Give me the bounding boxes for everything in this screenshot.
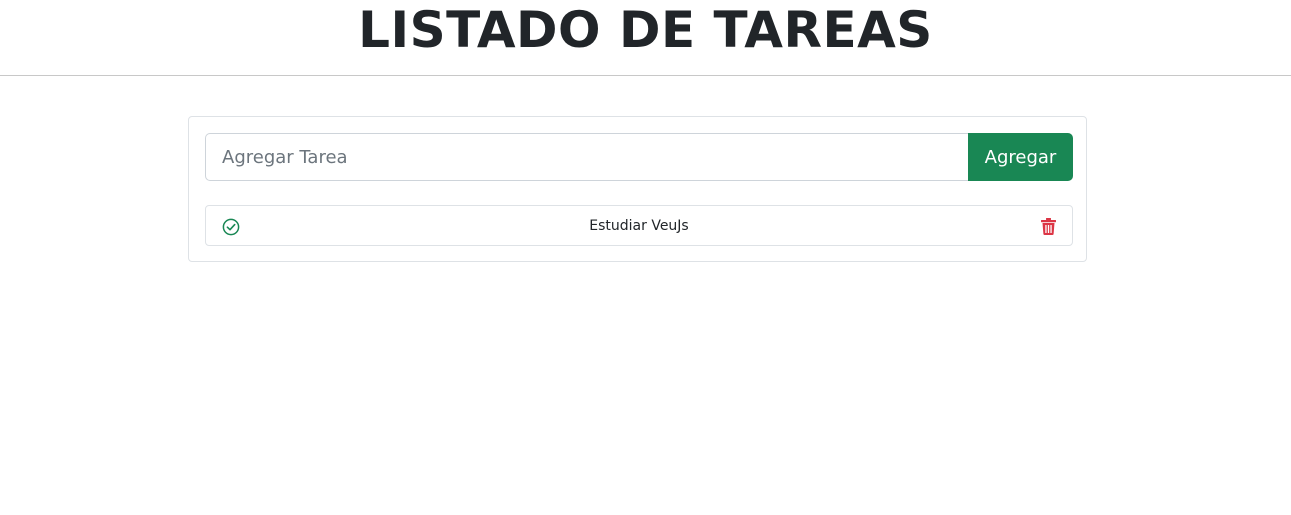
add-button[interactable]: Agregar bbox=[968, 133, 1073, 181]
page-title: LISTADO DE TAREAS bbox=[358, 1, 933, 59]
task-card: Agregar Estudiar VeuJs bbox=[188, 116, 1087, 262]
task-list: Estudiar VeuJs bbox=[205, 205, 1073, 246]
check-circle-icon[interactable] bbox=[222, 218, 240, 236]
add-task-form: Agregar bbox=[205, 133, 1073, 181]
page-header: LISTADO DE TAREAS bbox=[0, 0, 1291, 76]
task-item: Estudiar VeuJs bbox=[205, 205, 1073, 246]
task-input[interactable] bbox=[205, 133, 968, 181]
trash-icon[interactable] bbox=[1041, 218, 1056, 235]
task-text: Estudiar VeuJs bbox=[589, 217, 689, 234]
